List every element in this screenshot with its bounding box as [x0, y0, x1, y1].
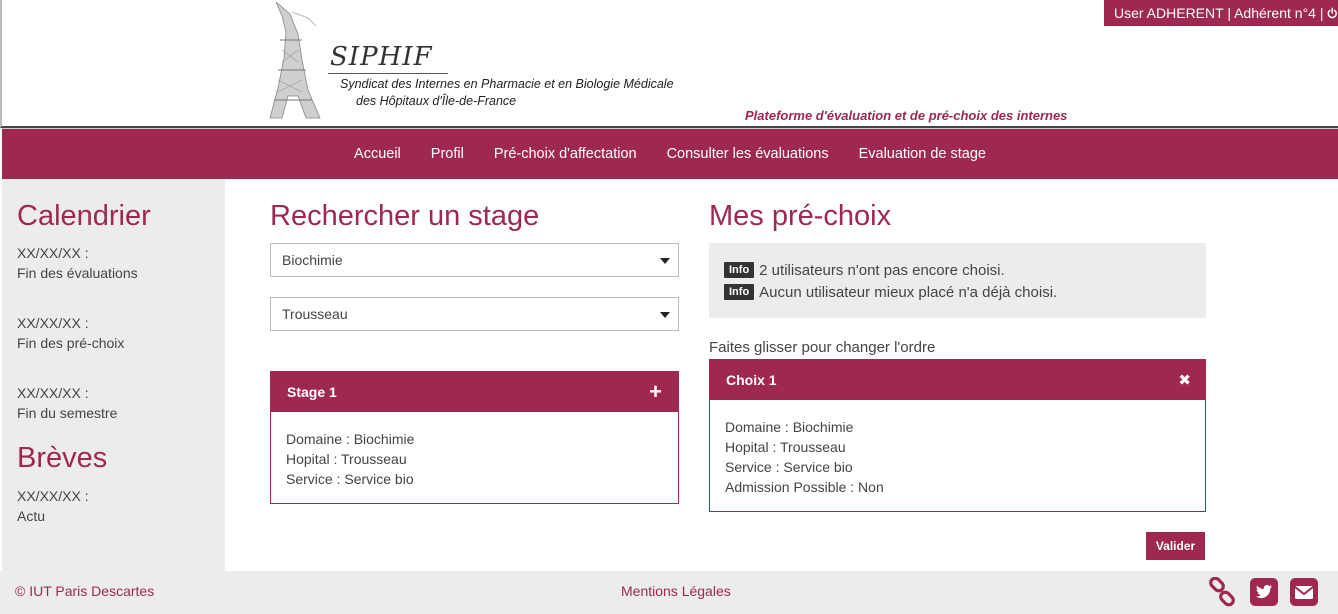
- stage-service: Service : Service bio: [286, 471, 414, 487]
- brand-subtitle-line1: Syndicat des Internes en Pharmacie et en…: [340, 77, 674, 91]
- choice-hospital: Hopital : Trousseau: [725, 439, 846, 455]
- choice-card-title: Choix 1: [726, 372, 777, 388]
- stage-card-body: Domaine : Biochimie Hopital : Trousseau …: [271, 412, 678, 506]
- stage-card-title: Stage 1: [287, 384, 337, 400]
- hospital-select[interactable]: Trousseau: [270, 297, 679, 331]
- siphif-logo[interactable]: SIPHIF Syndicat des Internes en Pharmaci…: [268, 0, 708, 122]
- eiffel-tower-icon: [269, 1, 321, 119]
- nav-accueil[interactable]: Accueil: [339, 146, 416, 162]
- info-row: Info 2 utilisateurs n'ont pas encore cho…: [724, 259, 1191, 281]
- event-label: Fin des évaluations: [17, 265, 138, 281]
- stage-domain: Domaine : Biochimie: [286, 431, 415, 447]
- news-label: Actu: [17, 508, 46, 524]
- stage-result-card: Stage 1 + Domaine : Biochimie Hopital : …: [270, 371, 679, 504]
- nav-profil[interactable]: Profil: [416, 146, 479, 162]
- event-date: XX/XX/XX :: [17, 385, 89, 401]
- news-title: Brèves: [17, 442, 108, 474]
- caret-down-icon: [660, 312, 670, 318]
- event-date: XX/XX/XX :: [17, 315, 89, 331]
- info-box: Info 2 utilisateurs n'ont pas encore cho…: [709, 243, 1206, 318]
- info-row: Info Aucun utilisateur mieux placé n'a d…: [724, 281, 1191, 303]
- mail-icon[interactable]: [1289, 577, 1319, 607]
- user-label: User ADHERENT | Adhérent n°4 |: [1114, 5, 1324, 21]
- legal-link[interactable]: Mentions Légales: [621, 583, 731, 599]
- nav-evaluation-stage[interactable]: Evaluation de stage: [844, 146, 1001, 162]
- event-label: Fin du semestre: [17, 405, 118, 421]
- event-label: Fin des pré-choix: [17, 335, 125, 351]
- event-date: XX/XX/XX :: [17, 245, 89, 261]
- choice-admission: Admission Possible : Non: [725, 479, 884, 495]
- hospital-select-value: Trousseau: [282, 306, 348, 322]
- info-badge: Info: [724, 284, 755, 300]
- choice-card-header[interactable]: Choix 1 ✖: [710, 360, 1205, 400]
- plus-icon[interactable]: +: [649, 381, 662, 403]
- sidebar: Calendrier XX/XX/XX : Fin des évaluation…: [2, 179, 225, 571]
- prechoix-title: Mes pré-choix: [709, 200, 892, 232]
- choice-domain: Domaine : Biochimie: [725, 419, 854, 435]
- info-text: 2 utilisateurs n'ont pas encore choisi.: [759, 261, 1005, 279]
- platform-tagline: Plateforme d'évaluation et de pré-choix …: [745, 108, 1068, 123]
- calendar-event: XX/XX/XX : Fin des pré-choix: [17, 313, 124, 353]
- nav-evaluations[interactable]: Consulter les évaluations: [652, 146, 844, 162]
- close-icon[interactable]: ✖: [1178, 371, 1191, 389]
- brand-underline: [328, 73, 448, 74]
- power-icon[interactable]: [1327, 5, 1338, 21]
- user-menu[interactable]: User ADHERENT | Adhérent n°4 |: [1104, 0, 1338, 26]
- validate-button[interactable]: Valider: [1146, 532, 1205, 560]
- domain-select[interactable]: Biochimie: [270, 243, 679, 277]
- site-footer: © IUT Paris Descartes Mentions Légales: [0, 571, 1338, 614]
- drag-hint: Faites glisser pour changer l'ordre: [709, 339, 936, 356]
- brand-subtitle-line2: des Hôpitaux d'Île-de-France: [356, 94, 517, 108]
- domain-select-value: Biochimie: [282, 252, 343, 268]
- copyright-link[interactable]: © IUT Paris Descartes: [15, 583, 154, 599]
- info-badge: Info: [724, 262, 755, 278]
- nav-prechoix[interactable]: Pré-choix d'affectation: [479, 146, 652, 162]
- calendar-event: XX/XX/XX : Fin du semestre: [17, 383, 117, 423]
- brand-name: SIPHIF: [330, 42, 433, 72]
- calendar-title: Calendrier: [17, 200, 151, 232]
- info-text: Aucun utilisateur mieux placé n'a déjà c…: [759, 283, 1058, 301]
- choice-card-body: Domaine : Biochimie Hopital : Trousseau …: [710, 400, 1205, 514]
- twitter-icon[interactable]: [1249, 577, 1279, 607]
- search-title: Rechercher un stage: [270, 200, 540, 232]
- choice-card[interactable]: Choix 1 ✖ Domaine : Biochimie Hopital : …: [709, 359, 1206, 512]
- stage-card-header: Stage 1 +: [271, 372, 678, 412]
- news-date: XX/XX/XX :: [17, 488, 89, 504]
- news-item: XX/XX/XX : Actu: [17, 486, 89, 526]
- caret-down-icon: [660, 258, 670, 264]
- link-icon[interactable]: [1207, 577, 1237, 607]
- calendar-event: XX/XX/XX : Fin des évaluations: [17, 243, 138, 283]
- stage-hospital: Hopital : Trousseau: [286, 451, 407, 467]
- main-nav: Accueil Profil Pré-choix d'affectation C…: [2, 128, 1338, 179]
- choice-service: Service : Service bio: [725, 459, 853, 475]
